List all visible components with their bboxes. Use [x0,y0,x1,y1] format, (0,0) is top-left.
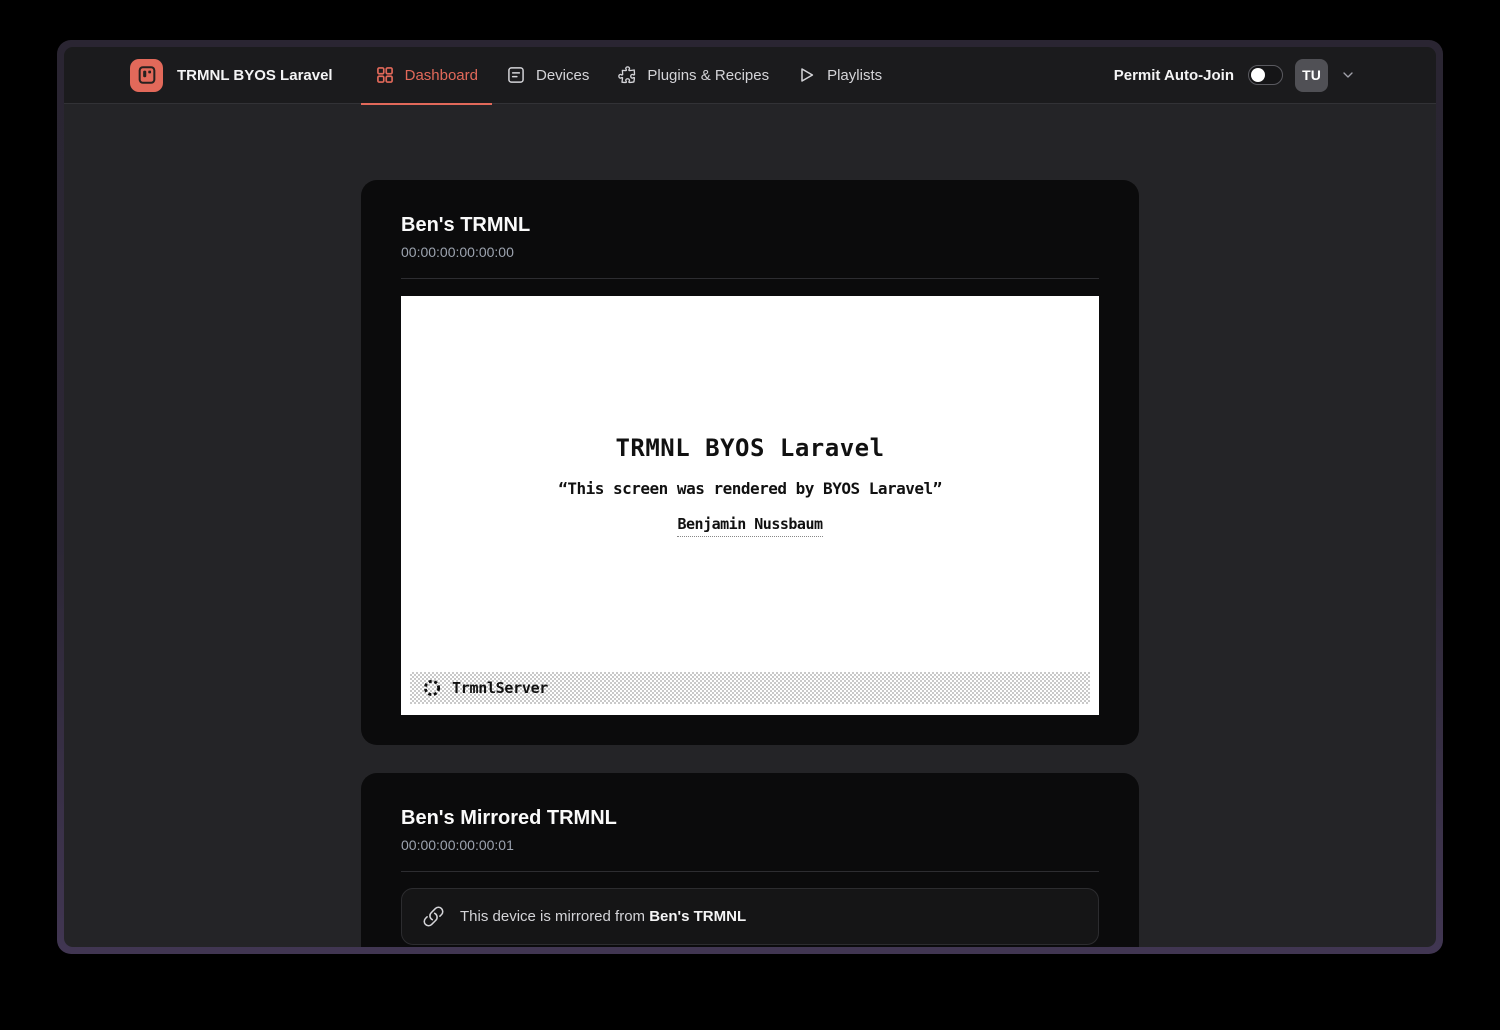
screen-status-bar: TrmnlServer [410,672,1090,704]
nav-tab-devices[interactable]: Devices [492,47,603,104]
mirror-source-device: Ben's TRMNL [649,908,746,925]
trmnl-logo-icon [130,59,163,92]
screen-quote: “This screen was rendered by BYOS Larave… [401,479,1099,498]
link-icon [422,905,445,928]
app-window: TRMNL BYOS Laravel Dashboard [64,47,1436,947]
nav-tab-plugins-recipes[interactable]: Plugins & Recipes [603,47,783,104]
nav-tab-dashboard[interactable]: Dashboard [361,47,492,104]
screen-title: TRMNL BYOS Laravel [401,434,1099,462]
divider [401,871,1099,872]
device-screen-preview: TRMNL BYOS Laravel “This screen was rend… [401,296,1099,715]
toggle-knob [1251,68,1265,82]
header-right-group: Permit Auto-Join TU [1114,59,1356,92]
user-menu-chevron-down-icon[interactable] [1340,67,1356,83]
nav-tab-label: Plugins & Recipes [647,67,769,84]
user-avatar[interactable]: TU [1295,59,1328,92]
nav-tab-playlists[interactable]: Playlists [783,47,896,104]
screen-status-label: TrmnlServer [452,679,548,697]
device-mac-address: 00:00:00:00:00:01 [401,837,1099,853]
screen-author-link: Benjamin Nussbaum [677,515,822,537]
permit-auto-join-label: Permit Auto-Join [1114,67,1234,84]
app-title: TRMNL BYOS Laravel [177,67,333,84]
mirror-notice-text: This device is mirrored from Ben's TRMNL [460,908,746,925]
device-card-bens-mirrored-trmnl: Ben's Mirrored TRMNL 00:00:00:00:00:01 T… [361,773,1139,947]
screen-author-row: Benjamin Nussbaum [401,514,1099,537]
nav-tab-label: Dashboard [405,67,478,84]
device-name: Ben's TRMNL [401,214,1099,237]
device-card-bens-trmnl: Ben's TRMNL 00:00:00:00:00:00 TRMNL BYOS… [361,180,1139,745]
device-mac-address: 00:00:00:00:00:00 [401,244,1099,260]
app-window-frame: TRMNL BYOS Laravel Dashboard [57,40,1443,954]
brand: TRMNL BYOS Laravel [130,59,333,92]
puzzle-piece-icon [617,65,637,85]
dashboard-content: Ben's TRMNL 00:00:00:00:00:00 TRMNL BYOS… [64,104,1436,947]
permit-auto-join-toggle[interactable] [1248,65,1283,85]
device-name: Ben's Mirrored TRMNL [401,807,1099,830]
devices-icon [506,65,526,85]
spinner-icon [422,678,442,698]
play-icon [797,65,817,85]
main-nav: Dashboard Devices [361,47,897,104]
dashboard-grid-icon [375,65,395,85]
divider [401,278,1099,279]
mirror-notice: This device is mirrored from Ben's TRMNL [401,888,1099,945]
nav-tab-label: Playlists [827,67,882,84]
top-nav-bar: TRMNL BYOS Laravel Dashboard [64,47,1436,104]
nav-tab-label: Devices [536,67,589,84]
